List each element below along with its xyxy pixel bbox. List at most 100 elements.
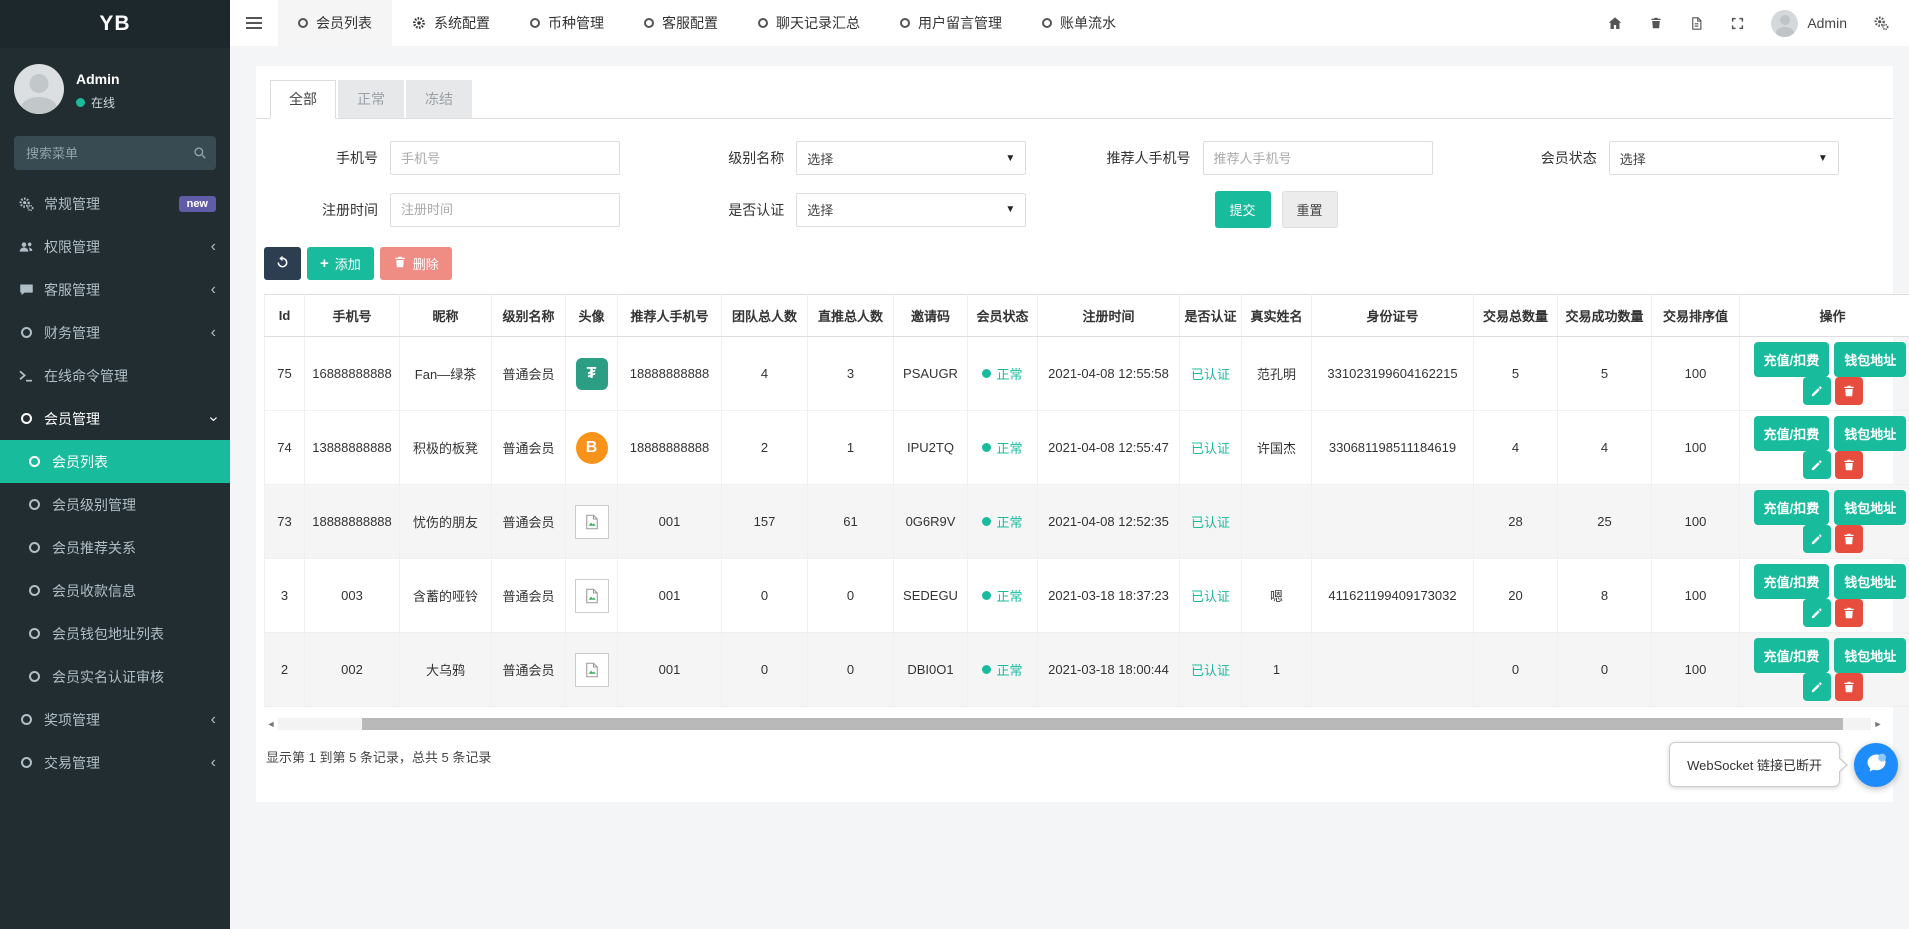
trash-icon[interactable] (1649, 16, 1663, 30)
status-dot-icon (982, 369, 991, 378)
sidebar-item-权限管理[interactable]: 权限管理‹ (0, 225, 230, 268)
nav-tab-币种管理[interactable]: 币种管理 (510, 0, 624, 46)
nav-tab-聊天记录汇总[interactable]: 聊天记录汇总 (738, 0, 880, 46)
search-icon[interactable] (193, 146, 207, 160)
sidebar-subitem-会员列表[interactable]: 会员列表 (0, 440, 230, 483)
sidebar-item-交易管理[interactable]: 交易管理‹ (0, 741, 230, 784)
sidebar-item-奖项管理[interactable]: 奖项管理‹ (0, 698, 230, 741)
sidebar-subitem-会员实名认证审核[interactable]: 会员实名认证审核 (0, 655, 230, 698)
refresh-button[interactable] (264, 247, 301, 280)
sidebar-subitem-label: 会员实名认证审核 (52, 667, 164, 687)
verified-badge: 已认证 (1191, 441, 1230, 456)
wallet-address-button[interactable]: 钱包地址 (1834, 564, 1906, 599)
scrollbar-track[interactable] (278, 718, 1871, 730)
column-header-操作: 操作 (1740, 295, 1909, 337)
phone-input[interactable] (390, 141, 620, 175)
recharge-button[interactable]: 充值/扣费 (1754, 490, 1830, 525)
home-icon[interactable] (1607, 15, 1623, 31)
cell-trade_success: 4 (1558, 411, 1652, 485)
cell-id_card: 330681198511184619 (1312, 411, 1474, 485)
cell-nickname: 大乌鸦 (400, 633, 492, 707)
nav-tab-会员列表[interactable]: 会员列表 (278, 0, 392, 46)
edit-button[interactable] (1803, 599, 1831, 627)
user-menu[interactable]: Admin (1771, 10, 1847, 37)
status-tab-冻结[interactable]: 冻结 (406, 80, 472, 118)
wallet-address-button[interactable]: 钱包地址 (1834, 490, 1906, 525)
recharge-button[interactable]: 充值/扣费 (1754, 564, 1830, 599)
sidebar-item-label: 财务管理 (44, 323, 100, 343)
delete-button[interactable]: 删除 (380, 247, 452, 280)
chat-widget-button[interactable] (1854, 743, 1898, 787)
wallet-address-button[interactable]: 钱包地址 (1834, 638, 1906, 673)
sidebar-menu: 常规管理new权限管理‹客服管理‹财务管理‹在线命令管理会员管理‹会员列表会员级… (0, 182, 230, 929)
app-logo: YB (0, 0, 230, 48)
cell-level: 普通会员 (492, 485, 566, 559)
navbar-right-icons: Admin (1607, 0, 1909, 46)
sidebar-item-在线命令管理[interactable]: 在线命令管理 (0, 354, 230, 397)
status-badge: 正常 (970, 512, 1035, 531)
circle-icon (14, 327, 38, 338)
delete-row-button[interactable] (1835, 673, 1863, 701)
cell-trade_sort: 100 (1652, 633, 1740, 707)
wallet-address-button[interactable]: 钱包地址 (1834, 416, 1906, 451)
regtime-input[interactable] (390, 193, 620, 227)
sidebar-subitem-会员收款信息[interactable]: 会员收款信息 (0, 569, 230, 612)
sidebar-item-会员管理[interactable]: 会员管理‹ (0, 397, 230, 440)
delete-row-button[interactable] (1835, 377, 1863, 405)
scroll-left-arrow[interactable]: ◄ (264, 719, 278, 729)
cell-id: 2 (265, 633, 305, 707)
sidebar-item-常规管理[interactable]: 常规管理new (0, 182, 230, 225)
scroll-right-arrow[interactable]: ► (1871, 719, 1885, 729)
status-filter-tabs: 全部正常冻结 (256, 66, 1893, 119)
nav-tab-系统配置[interactable]: 系统配置 (392, 0, 510, 46)
user-panel: Admin 在线 (0, 48, 230, 124)
circle-icon (22, 671, 46, 682)
nav-tab-客服配置[interactable]: 客服配置 (624, 0, 738, 46)
cell-phone: 002 (305, 633, 400, 707)
edit-button[interactable] (1803, 525, 1831, 553)
clear-page-icon[interactable] (1689, 16, 1704, 31)
gear-icon (412, 16, 426, 30)
delete-row-button[interactable] (1835, 525, 1863, 553)
circle-icon (758, 18, 768, 28)
members-table: Id手机号昵称级别名称头像推荐人手机号团队总人数直推总人数邀请码会员状态注册时间… (264, 294, 1909, 707)
edit-button[interactable] (1803, 451, 1831, 479)
recharge-button[interactable]: 充值/扣费 (1754, 638, 1830, 673)
column-header-团队总人数: 团队总人数 (722, 295, 808, 337)
sidebar-subitem-会员级别管理[interactable]: 会员级别管理 (0, 483, 230, 526)
recharge-button[interactable]: 充值/扣费 (1754, 342, 1830, 377)
submit-button[interactable]: 提交 (1215, 191, 1271, 228)
delete-row-button[interactable] (1835, 599, 1863, 627)
nav-tab-用户留言管理[interactable]: 用户留言管理 (880, 0, 1022, 46)
verified-select[interactable]: 选择▼ (796, 193, 1026, 227)
status-tab-全部[interactable]: 全部 (270, 80, 336, 119)
delete-row-button[interactable] (1835, 451, 1863, 479)
cell-id: 3 (265, 559, 305, 633)
pagination-summary: 显示第 1 到第 5 条记录，总共 5 条记录 (256, 731, 1893, 794)
recharge-button[interactable]: 充值/扣费 (1754, 416, 1830, 451)
table-toolbar: +添加 删除 (256, 230, 1893, 294)
status-badge: 正常 (970, 438, 1035, 457)
fullscreen-icon[interactable] (1730, 16, 1745, 31)
wallet-address-button[interactable]: 钱包地址 (1834, 342, 1906, 377)
level-select[interactable]: 选择▼ (796, 141, 1026, 175)
status-tab-正常[interactable]: 正常 (338, 80, 404, 118)
edit-button[interactable] (1803, 377, 1831, 405)
hamburger-icon[interactable] (230, 0, 278, 46)
member-status-select[interactable]: 选择▼ (1609, 141, 1839, 175)
sidebar-item-财务管理[interactable]: 财务管理‹ (0, 311, 230, 354)
scrollbar-thumb[interactable] (362, 718, 1843, 730)
sidebar-item-客服管理[interactable]: 客服管理‹ (0, 268, 230, 311)
reset-button[interactable]: 重置 (1282, 191, 1338, 228)
menu-search-input[interactable] (14, 136, 216, 170)
cell-id: 73 (265, 485, 305, 559)
referrer-phone-input[interactable] (1203, 141, 1433, 175)
sidebar-subitem-会员推荐关系[interactable]: 会员推荐关系 (0, 526, 230, 569)
settings-cogs-icon[interactable] (1873, 15, 1889, 31)
sidebar-subitem-会员钱包地址列表[interactable]: 会员钱包地址列表 (0, 612, 230, 655)
nav-tab-账单流水[interactable]: 账单流水 (1022, 0, 1136, 46)
horizontal-scrollbar[interactable]: ◄ ► (264, 717, 1885, 731)
circle-icon (29, 456, 40, 467)
add-button[interactable]: +添加 (307, 247, 374, 280)
edit-button[interactable] (1803, 673, 1831, 701)
